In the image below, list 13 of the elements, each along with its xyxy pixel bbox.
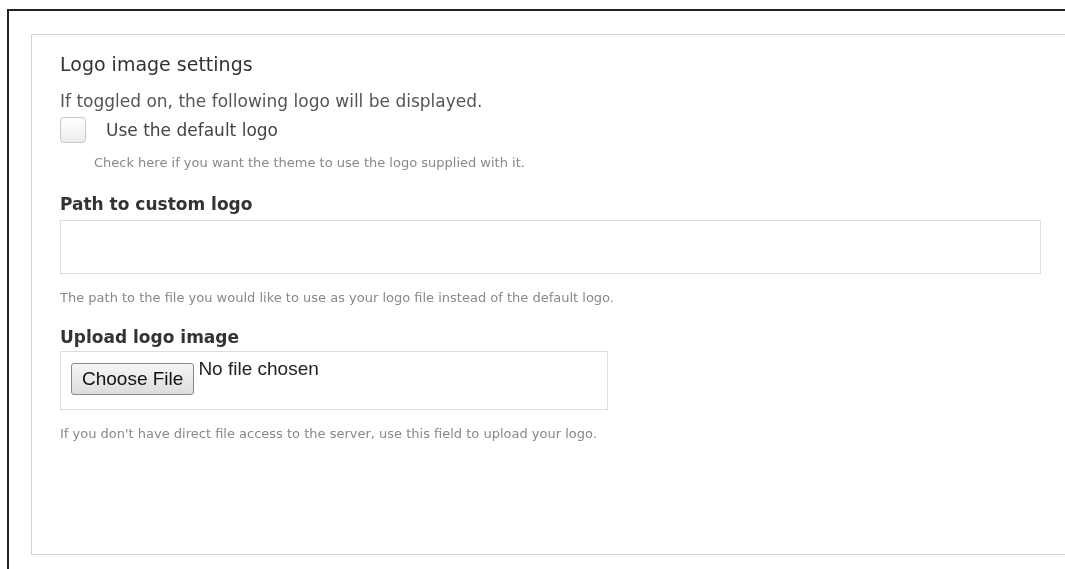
file-status-text: No file chosen	[198, 358, 319, 380]
field-label: Upload logo image	[60, 327, 240, 347]
choose-file-button[interactable]: Choose File	[71, 363, 195, 395]
file-field[interactable]: Choose File No file chosen	[60, 351, 608, 410]
checkbox-label[interactable]: Use the default logo	[106, 120, 278, 140]
checkbox[interactable]	[60, 117, 86, 143]
hint-text: Check here if you want the theme to use the logo supplied with it.	[94, 155, 525, 170]
section-title: Logo image settings	[60, 53, 253, 75]
hint-text: If you don't have direct file access to the server, use this field to upload your logo.	[60, 426, 597, 441]
field-label: Path to custom logo	[60, 194, 253, 214]
description-text: If toggled on, the following logo will be displayed.	[60, 91, 483, 111]
input-field[interactable]	[60, 220, 1041, 274]
hint-text: The path to the file you would like to use as your logo file instead of the default logo.	[60, 290, 614, 305]
